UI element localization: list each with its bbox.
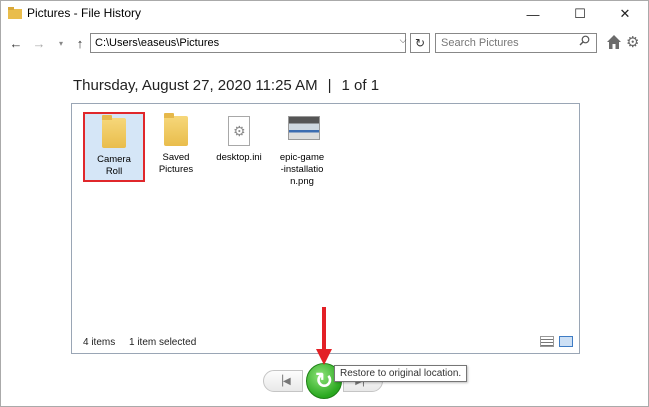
previous-version-button[interactable]: ▕◀ — [263, 370, 303, 392]
file-label: Pictures — [158, 164, 194, 175]
file-label: desktop.ini — [216, 152, 262, 163]
file-item-desktop-ini[interactable]: ⚙ desktop.ini — [208, 112, 270, 182]
heading-separator: | — [327, 77, 332, 94]
file-label: n.png — [290, 176, 314, 187]
search-input[interactable]: Search Pictures — [435, 33, 597, 53]
file-label: Roll — [105, 166, 123, 177]
arrow-up-icon[interactable]: ↑ — [71, 33, 89, 53]
selection-count: 1 item selected — [129, 337, 197, 348]
refresh-icon[interactable]: ↻ — [410, 33, 430, 53]
title-bar: Pictures - File History — ☐ ✕ — [1, 1, 648, 27]
arrow-left-icon[interactable]: ← — [7, 33, 25, 53]
navigation-bar: ← → ▾ ↑ C:\Users\easeus\Pictures ⌵ ↻ Sea… — [1, 31, 648, 57]
address-dropdown-icon[interactable]: ⌵ — [397, 35, 409, 46]
window-title: Pictures - File History — [27, 6, 142, 20]
settings-file-icon: ⚙ — [228, 116, 250, 146]
maximize-button[interactable]: ☐ — [557, 1, 603, 27]
file-item-epic-game-installation[interactable]: epic-game -installatio n.png — [271, 112, 333, 187]
minimize-button[interactable]: — — [510, 1, 556, 27]
home-icon[interactable] — [606, 33, 622, 51]
snapshot-heading: Thursday, August 27, 2020 11:25 AM | 1 of … — [73, 77, 379, 94]
folder-icon — [8, 7, 22, 19]
details-view-icon[interactable] — [540, 336, 554, 347]
item-count: 4 items — [83, 337, 116, 348]
gear-icon[interactable]: ⚙ — [626, 33, 639, 51]
skip-previous-icon: ▕◀ — [275, 375, 291, 387]
file-item-saved-pictures[interactable]: Saved Pictures — [145, 112, 207, 182]
file-label: Camera — [97, 154, 131, 165]
snapshot-date: Thursday, August 27, 2020 11:25 AM — [73, 77, 318, 94]
snapshot-page: 1 of 1 — [341, 77, 380, 94]
file-label: epic-game — [279, 152, 325, 163]
image-file-icon — [288, 116, 320, 140]
file-label: -installatio — [280, 164, 324, 175]
folder-icon — [164, 113, 188, 146]
search-icon[interactable] — [579, 35, 590, 46]
arrow-right-icon[interactable]: → — [30, 33, 48, 53]
large-icons-view-icon[interactable] — [559, 336, 573, 347]
restore-tooltip: Restore to original location. — [334, 365, 468, 382]
folder-icon — [102, 115, 126, 148]
file-label: Saved — [162, 152, 190, 163]
chevron-down-icon[interactable]: ▾ — [52, 33, 70, 53]
file-item-camera-roll[interactable]: Camera Roll — [83, 112, 145, 182]
close-button[interactable]: ✕ — [602, 1, 648, 27]
annotation-arrow-icon — [316, 307, 332, 365]
restore-icon: ↻ — [314, 368, 334, 393]
file-history-window: Pictures - File History — ☐ ✕ ← → ▾ ↑ C:… — [0, 0, 649, 407]
address-bar[interactable]: C:\Users\easeus\Pictures — [90, 33, 406, 53]
